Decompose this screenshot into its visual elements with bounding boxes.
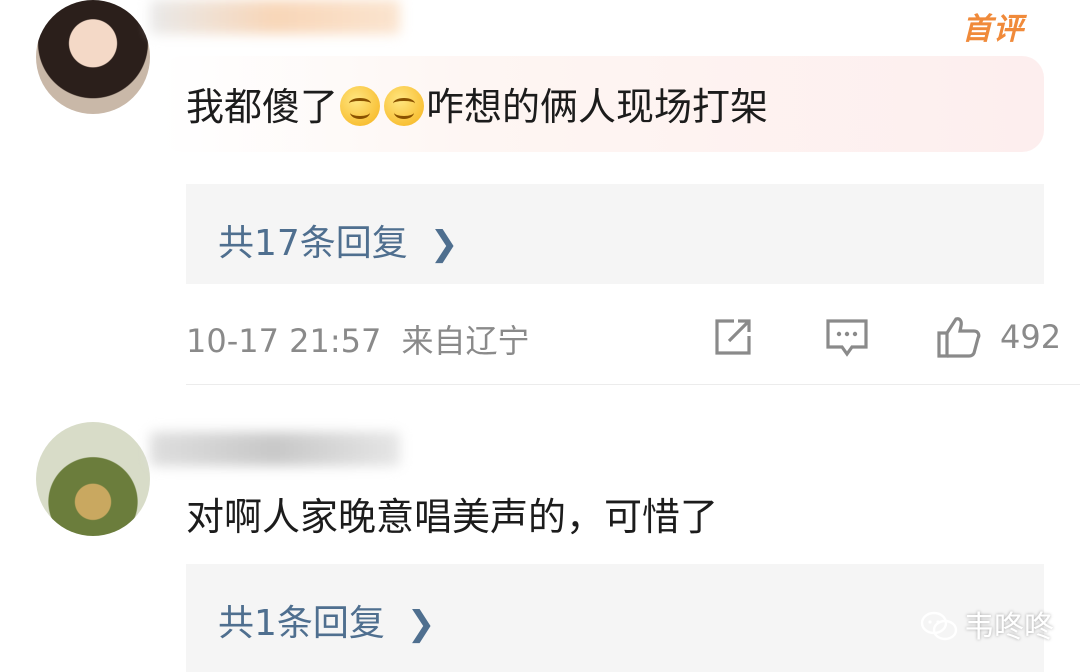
comment-text: 我都傻了 咋想的俩人现场打架	[186, 76, 768, 131]
smile-emoji-icon	[384, 86, 425, 126]
comment-text: 对啊人家晚意唱美声的，可惜了	[186, 495, 719, 539]
comment-text-end: 咋想的俩人现场打架	[426, 85, 769, 129]
share-icon[interactable]	[710, 314, 756, 360]
comment-text-start: 我都傻了	[186, 85, 339, 129]
wechat-icon	[920, 611, 958, 641]
comment-icon[interactable]	[824, 314, 870, 360]
view-replies-link[interactable]: 共1条回复 ❯	[218, 594, 435, 646]
thumbs-up-icon[interactable]	[936, 314, 982, 360]
divider	[186, 384, 1080, 385]
first-comment-badge: 首评	[962, 12, 1024, 47]
timestamp: 10-17 21:57	[186, 322, 382, 360]
blurred-username[interactable]	[150, 0, 400, 34]
comment-meta: 10-17 21:57 来自辽宁	[186, 316, 530, 362]
watermark: 韦咚咚	[920, 602, 1054, 646]
location: 来自辽宁	[401, 322, 530, 360]
replies-box: 共1条回复 ❯	[186, 564, 1044, 672]
reply-count-label: 共1条回复	[218, 603, 385, 644]
smile-emoji-icon	[340, 86, 381, 126]
blurred-username[interactable]	[150, 432, 400, 466]
comment-list: 首评 我都傻了 咋想的俩人现场打架 共17条回复 ❯ 10-17 21:57 来自辽…	[0, 0, 1080, 672]
avatar[interactable]	[36, 422, 150, 536]
view-replies-link[interactable]: 共17条回复 ❯	[218, 214, 458, 266]
reply-count-label: 共17条回复	[218, 223, 408, 264]
watermark-label: 韦咚咚	[964, 610, 1054, 645]
chevron-right-icon: ❯	[406, 604, 436, 644]
replies-box: 共17条回复 ❯	[186, 184, 1044, 284]
avatar[interactable]	[36, 0, 150, 114]
like-count: 492	[1000, 318, 1062, 356]
chevron-right-icon: ❯	[429, 224, 459, 264]
